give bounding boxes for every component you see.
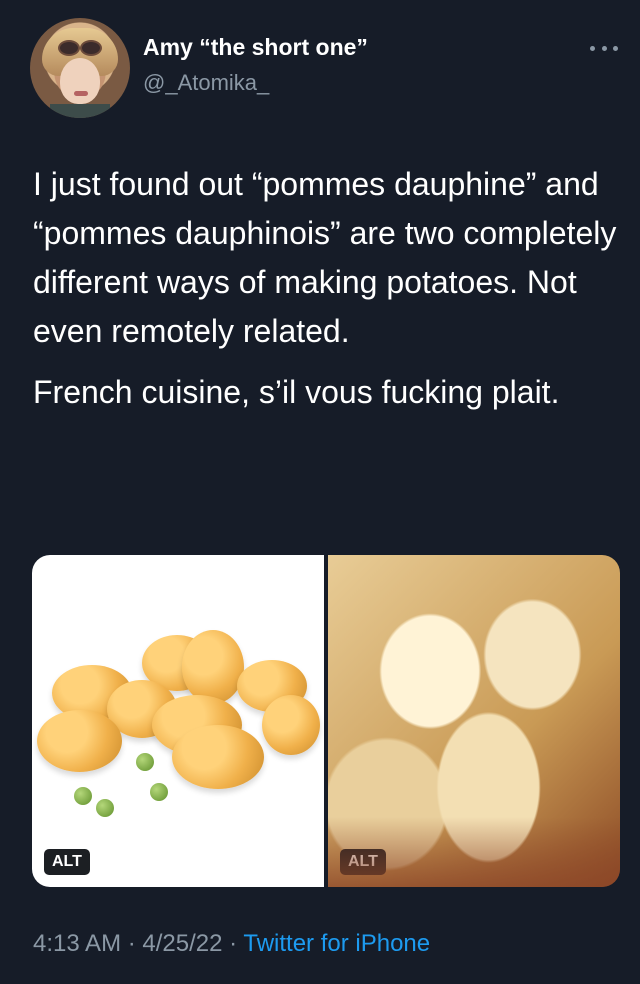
tweet-text: I just found out “pommes dauphine” and “… bbox=[33, 160, 623, 429]
pea bbox=[136, 753, 154, 771]
tweet-source-link[interactable]: Twitter for iPhone bbox=[243, 930, 430, 957]
croquette bbox=[182, 630, 244, 704]
croquette bbox=[172, 725, 264, 789]
avatar-lips bbox=[74, 91, 88, 96]
alt-badge[interactable]: ALT bbox=[44, 849, 90, 875]
pea bbox=[150, 783, 168, 801]
avatar[interactable] bbox=[30, 18, 130, 118]
tweet-metadata: 4:13 AM · 4/25/22 · Twitter for iPhone bbox=[33, 930, 430, 958]
pea bbox=[96, 799, 114, 817]
image-pommes-dauphinois[interactable]: ALT bbox=[328, 555, 620, 887]
display-name[interactable]: Amy “the short one” bbox=[143, 34, 368, 61]
separator: · bbox=[121, 930, 143, 957]
separator: · bbox=[222, 930, 244, 957]
pea bbox=[74, 787, 92, 805]
user-handle[interactable]: @_Atomika_ bbox=[143, 70, 269, 96]
avatar-face bbox=[60, 58, 100, 104]
tweet-paragraph: French cuisine, s’il vous fucking plait. bbox=[33, 374, 560, 410]
croquette bbox=[37, 710, 122, 772]
croquette bbox=[262, 695, 320, 755]
image-pommes-dauphine[interactable]: ALT bbox=[32, 555, 324, 887]
tweet-paragraph: I just found out “pommes dauphine” and “… bbox=[33, 166, 617, 349]
avatar-sunglasses bbox=[58, 40, 102, 56]
tweet-date[interactable]: 4/25/22 bbox=[142, 930, 222, 957]
alt-badge[interactable]: ALT bbox=[340, 849, 386, 875]
media-grid: ALT ALT bbox=[32, 555, 620, 887]
more-options-icon[interactable] bbox=[590, 43, 618, 53]
avatar-clothing bbox=[50, 104, 110, 118]
tweet-time[interactable]: 4:13 AM bbox=[33, 930, 121, 957]
